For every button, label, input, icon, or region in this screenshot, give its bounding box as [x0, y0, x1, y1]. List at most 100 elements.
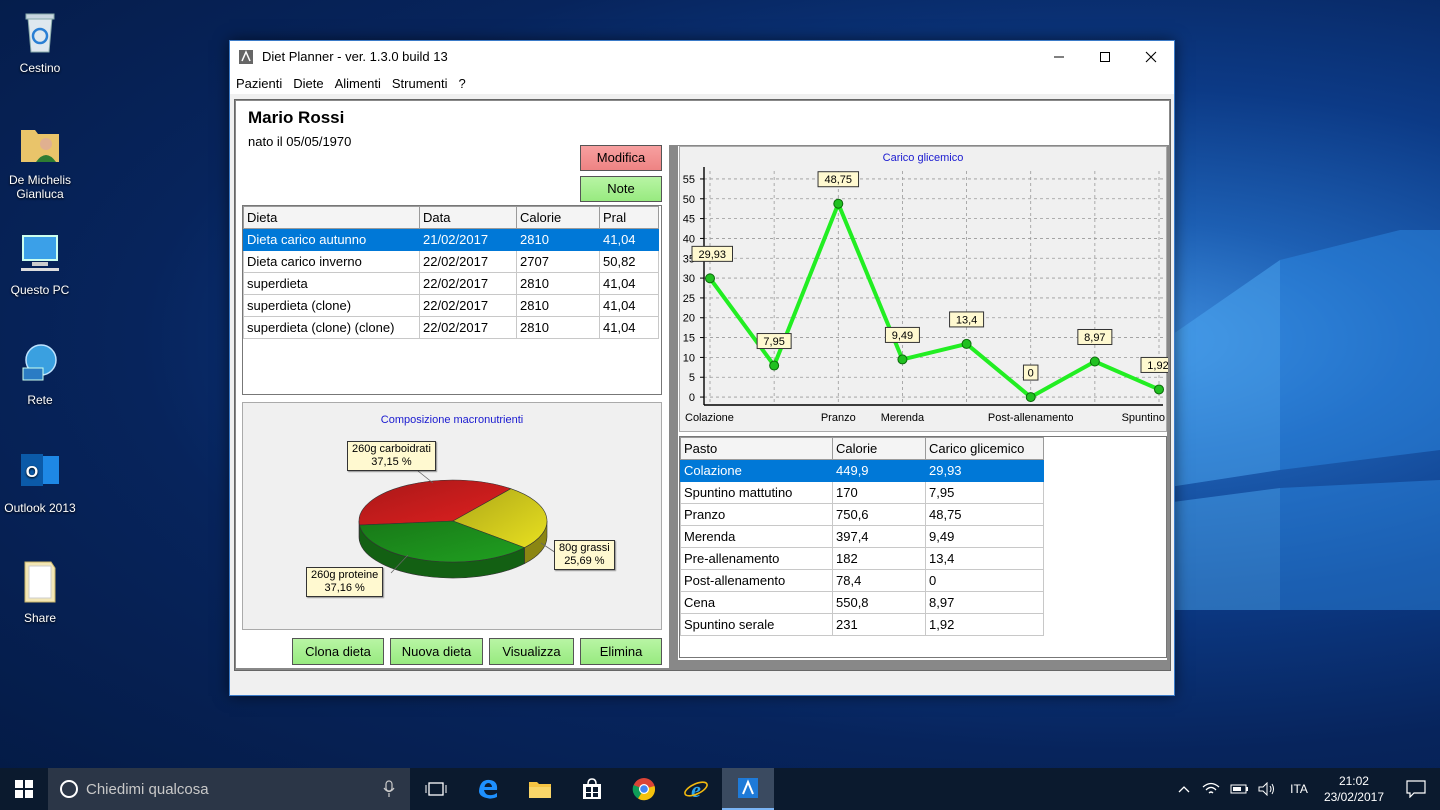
search-box[interactable]: Chiedimi qualcosa	[48, 768, 410, 810]
new-diet-button[interactable]: Nuova dieta	[390, 638, 483, 665]
notifications-icon[interactable]	[1406, 780, 1426, 798]
language-indicator[interactable]: ITA	[1290, 782, 1308, 796]
table-cell: 22/02/2017	[419, 250, 517, 273]
data-label: 48,75	[825, 174, 853, 186]
data-point	[1089, 356, 1100, 367]
wallpaper-windows-logo	[1150, 230, 1440, 610]
diets-table: Dieta Data Calorie Pral Dieta carico aut…	[243, 206, 659, 339]
table-row[interactable]: Pranzo 750,6 48,75	[680, 503, 1044, 526]
volume-icon[interactable]	[1258, 782, 1276, 796]
taskbar-edge[interactable]	[462, 768, 514, 810]
taskbar: Chiedimi qualcosa e ITA 21:02 23/02/2017	[0, 768, 1440, 810]
taskbar-chrome[interactable]	[618, 768, 670, 810]
table-cell: Colazione	[680, 459, 833, 482]
column-header[interactable]: Pral	[599, 206, 659, 229]
title-bar[interactable]: Diet Planner - ver. 1.3.0 build 13	[230, 41, 1174, 72]
desktop-icon-share[interactable]: Share	[0, 558, 80, 625]
clock[interactable]: 21:02 23/02/2017	[1324, 773, 1384, 805]
table-cell: 41,04	[599, 294, 659, 317]
column-header[interactable]: Pasto	[680, 437, 833, 460]
recycle-bin-icon	[25, 13, 55, 53]
start-button[interactable]	[0, 768, 48, 810]
column-header[interactable]: Calorie	[516, 206, 600, 229]
user-folder-icon	[21, 130, 59, 162]
microphone-icon[interactable]	[382, 780, 396, 798]
table-cell: Dieta carico inverno	[243, 250, 420, 273]
chevron-up-icon[interactable]	[1178, 784, 1190, 794]
menu-alimenti[interactable]: Alimenti	[331, 76, 385, 91]
table-row[interactable]: Pre-allenamento 182 13,4	[680, 547, 1044, 570]
battery-icon[interactable]	[1230, 783, 1250, 795]
menu-bar: Pazienti Diete Alimenti Strumenti ?	[230, 72, 1174, 94]
table-cell: superdieta (clone)	[243, 294, 420, 317]
column-header[interactable]: Carico glicemico	[925, 437, 1044, 460]
file-explorer-icon	[529, 782, 551, 798]
table-row[interactable]: Spuntino mattutino 170 7,95	[680, 481, 1044, 504]
desktop-icon-this-pc[interactable]: Questo PC	[0, 230, 80, 297]
table-row[interactable]: Post-allenamento 78,4 0	[680, 569, 1044, 592]
data-label: 0	[1028, 368, 1034, 380]
column-header[interactable]: Dieta	[243, 206, 420, 229]
x-tick-label: Merenda	[881, 412, 925, 424]
table-row[interactable]: superdieta 22/02/2017 2810 41,04	[243, 272, 659, 295]
menu-strumenti[interactable]: Strumenti	[388, 76, 452, 91]
table-cell: Pranzo	[680, 503, 833, 526]
taskbar-file-explorer[interactable]	[514, 768, 566, 810]
menu-diete[interactable]: Diete	[289, 76, 327, 91]
x-tick-label: Colazione	[685, 412, 734, 424]
meals-table: Pasto Calorie Carico glicemico Colazione…	[680, 437, 1044, 636]
taskbar-store[interactable]	[566, 768, 618, 810]
table-cell: 397,4	[832, 525, 926, 548]
column-header[interactable]: Data	[419, 206, 517, 229]
internet-explorer-icon: e	[684, 777, 708, 801]
table-cell: 750,6	[832, 503, 926, 526]
meals-table-header: Pasto Calorie Carico glicemico	[680, 437, 1044, 460]
table-row[interactable]: Merenda 397,4 9,49	[680, 525, 1044, 548]
table-cell: 78,4	[832, 569, 926, 592]
maximize-button[interactable]	[1082, 41, 1128, 72]
view-diet-button[interactable]: Visualizza	[489, 638, 574, 665]
cortana-icon	[60, 780, 78, 798]
table-cell: 22/02/2017	[419, 294, 517, 317]
table-cell: 2810	[516, 228, 600, 251]
notes-button[interactable]: Note	[580, 176, 662, 202]
edit-patient-button[interactable]: Modifica	[580, 145, 662, 171]
table-cell: 41,04	[599, 272, 659, 295]
chrome-icon	[632, 778, 656, 801]
table-row[interactable]: Spuntino serale 231 1,92	[680, 613, 1044, 636]
clone-diet-button[interactable]: Clona dieta	[292, 638, 384, 665]
table-cell: 48,75	[925, 503, 1044, 526]
menu-help[interactable]: ?	[455, 76, 470, 91]
desktop-icon-network[interactable]: Rete	[0, 340, 80, 407]
taskbar-diet-planner[interactable]	[722, 768, 774, 810]
desktop-icon-recycle-bin[interactable]: Cestino	[0, 8, 80, 75]
table-row[interactable]: Dieta carico inverno 22/02/2017 2707 50,82	[243, 250, 659, 273]
svg-text:e: e	[691, 777, 701, 801]
desktop-icon-user-folder[interactable]: De Michelis Gianluca	[0, 120, 80, 201]
desktop-icon-label: Share	[23, 611, 57, 625]
table-cell: Pre-allenamento	[680, 547, 833, 570]
column-header[interactable]: Calorie	[832, 437, 926, 460]
desktop-icon-label: De Michelis Gianluca	[8, 173, 71, 201]
desktop-icon-outlook[interactable]: O Outlook 2013	[0, 448, 80, 515]
minimize-button[interactable]	[1036, 41, 1082, 72]
menu-pazienti[interactable]: Pazienti	[232, 76, 286, 91]
task-view-button[interactable]	[410, 768, 462, 810]
table-row[interactable]: superdieta (clone) (clone) 22/02/2017 2810…	[243, 316, 659, 339]
table-row[interactable]: superdieta (clone) 22/02/2017 2810 41,04	[243, 294, 659, 317]
taskbar-internet-explorer[interactable]: e	[670, 768, 722, 810]
table-cell: 13,4	[925, 547, 1044, 570]
delete-diet-button[interactable]: Elimina	[580, 638, 662, 665]
table-row[interactable]: Cena 550,8 8,97	[680, 591, 1044, 614]
table-row[interactable]: Colazione 449,9 29,93	[680, 459, 1044, 482]
diet-planner-window: Diet Planner - ver. 1.3.0 build 13 Pazie…	[229, 40, 1175, 696]
table-row[interactable]: Dieta carico autunno 21/02/2017 2810 41,04	[243, 228, 659, 251]
table-cell: 2810	[516, 272, 600, 295]
table-cell: 0	[925, 569, 1044, 592]
data-label: 9,49	[892, 330, 913, 342]
data-label: 13,4	[956, 314, 977, 326]
data-point	[833, 198, 844, 209]
wifi-icon[interactable]	[1202, 782, 1220, 796]
patient-birthdate: nato il 05/05/1970	[248, 134, 352, 149]
close-button[interactable]	[1128, 41, 1174, 72]
